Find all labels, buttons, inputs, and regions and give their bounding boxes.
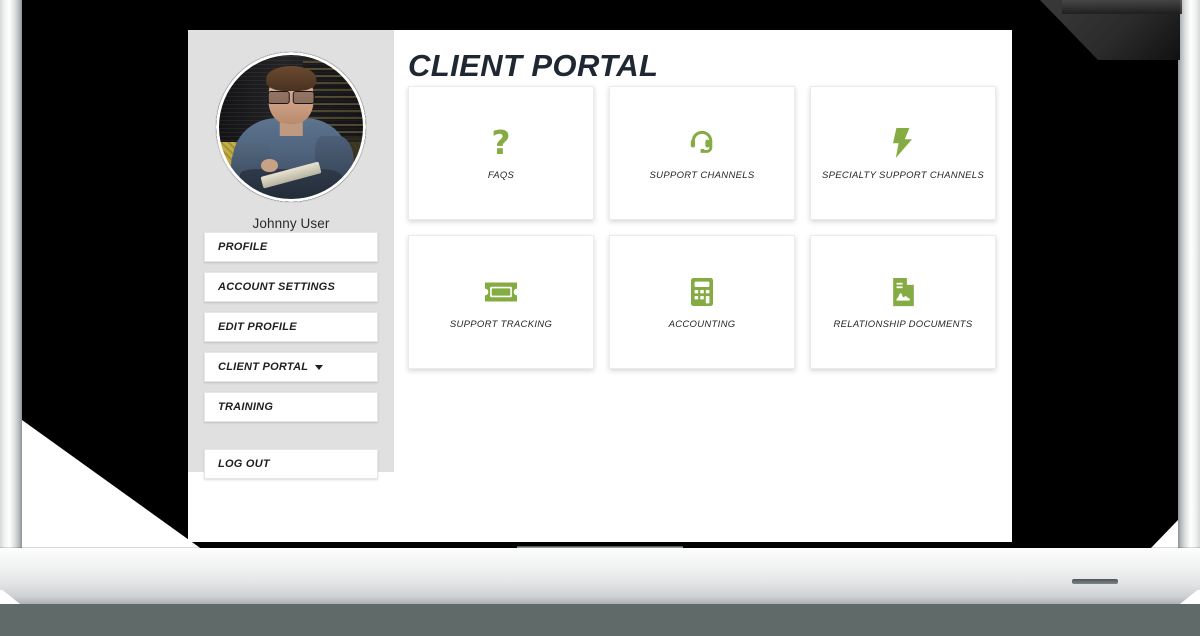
card-relationship-documents[interactable]: RELATIONSHIP DOCUMENTS — [810, 235, 996, 369]
sidebar-item-label: LOG OUT — [218, 458, 270, 470]
card-label: SUPPORT CHANNELS — [649, 169, 755, 181]
chevron-down-icon — [315, 364, 324, 370]
sidebar-item-client-portal[interactable]: CLIENT PORTAL — [204, 352, 378, 382]
lightning-bolt-icon — [890, 126, 916, 160]
laptop-base — [0, 548, 1200, 604]
screen-viewport: Johnny User PROFILE ACCOUNT SETTINGS EDI… — [188, 30, 1012, 542]
ticket-icon — [484, 275, 518, 309]
card-support-tracking[interactable]: SUPPORT TRACKING — [408, 235, 594, 369]
calculator-icon — [690, 275, 714, 309]
sidebar-item-label: PROFILE — [218, 241, 268, 253]
sidebar-item-label: EDIT PROFILE — [218, 321, 297, 333]
laptop-lid-left-edge — [0, 0, 22, 590]
sidebar-item-label: ACCOUNT SETTINGS — [218, 281, 336, 293]
portal-card-grid: ? FAQS SUPPORT CHANNELS SPECIALTY SUPPOR… — [408, 86, 1004, 369]
sidebar-item-account-settings[interactable]: ACCOUNT SETTINGS — [204, 272, 378, 302]
headset-icon — [687, 126, 717, 160]
sidebar-item-label: TRAINING — [218, 401, 274, 413]
card-label: SUPPORT TRACKING — [449, 318, 553, 330]
laptop-mockup-scene: Johnny User PROFILE ACCOUNT SETTINGS EDI… — [0, 0, 1200, 636]
question-mark-icon: ? — [491, 123, 511, 162]
card-label: SPECIALTY SUPPORT CHANNELS — [822, 169, 984, 181]
sidebar-item-label: CLIENT PORTAL — [218, 361, 309, 373]
sidebar-item-profile[interactable]: PROFILE — [204, 232, 378, 262]
sidebar: Johnny User PROFILE ACCOUNT SETTINGS EDI… — [188, 30, 394, 479]
sidebar-item-training[interactable]: TRAINING — [204, 392, 378, 422]
sidebar-item-edit-profile[interactable]: EDIT PROFILE — [204, 312, 378, 342]
card-support-channels[interactable]: SUPPORT CHANNELS — [609, 86, 795, 220]
card-accounting[interactable]: ACCOUNTING — [609, 235, 795, 369]
card-label: FAQS — [487, 169, 515, 181]
avatar — [216, 52, 366, 202]
laptop-lid-right-edge — [1178, 0, 1200, 590]
sidebar-item-log-out[interactable]: LOG OUT — [204, 449, 378, 479]
avatar-ring — [216, 52, 366, 202]
main-content: CLIENT PORTAL ? FAQS SUPPORT CHANNELS SP… — [394, 30, 1012, 542]
laptop-base-indicator-dash — [1072, 579, 1118, 584]
card-specialty-support-channels[interactable]: SPECIALTY SUPPORT CHANNELS — [810, 86, 996, 220]
page-title: CLIENT PORTAL — [408, 48, 659, 83]
card-label: RELATIONSHIP DOCUMENTS — [833, 318, 973, 330]
desk-surface — [0, 604, 1200, 636]
signed-document-icon — [891, 275, 916, 309]
card-faqs[interactable]: ? FAQS — [408, 86, 594, 220]
sidebar-nav: PROFILE ACCOUNT SETTINGS EDIT PROFILE CL… — [204, 222, 378, 479]
card-label: ACCOUNTING — [668, 318, 736, 330]
laptop-lid-top-sheen — [1062, 0, 1182, 14]
